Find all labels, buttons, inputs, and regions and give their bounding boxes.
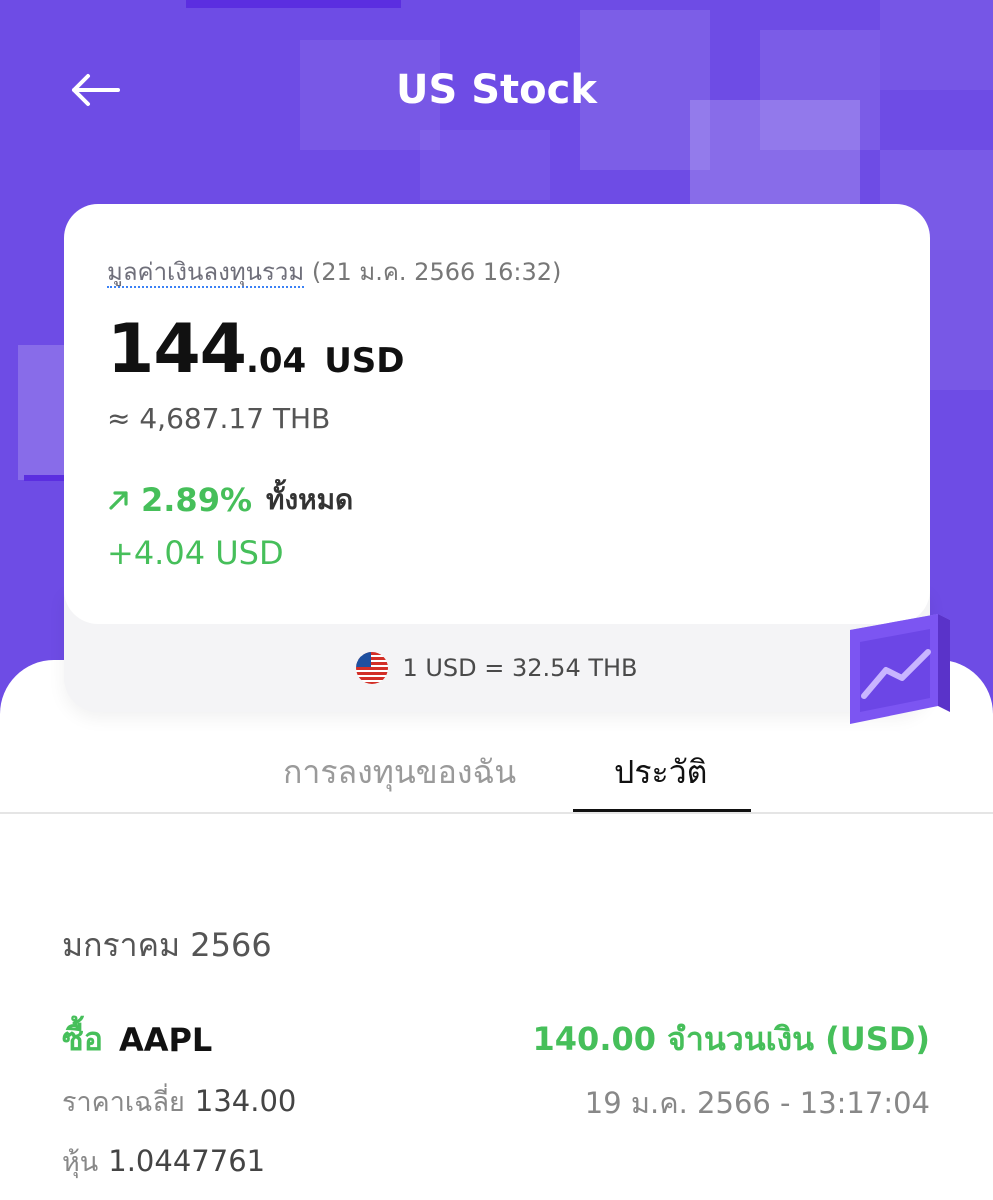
tab-my-investments[interactable]: การลงทุนของฉัน — [283, 742, 516, 802]
transaction-kind: ซื้อ — [62, 1020, 103, 1058]
exchange-rate-text: 1 USD = 32.54 THB — [402, 654, 638, 682]
exchange-rate: 1 USD = 32.54 THB — [64, 650, 930, 686]
tabs-divider — [0, 812, 993, 814]
chart-box-icon — [850, 614, 950, 724]
transaction-datetime: 19 ม.ค. 2566 - 13:17:04 — [584, 1086, 930, 1120]
change-percent-row: 2.89% ทั้งหมด — [107, 480, 353, 520]
total-value-label: มูลค่าเงินลงทุนรวม (21 ม.ค. 2566 16:32) — [107, 252, 561, 291]
total-value-int: 144 — [107, 310, 247, 389]
total-value-currency: USD — [324, 341, 405, 381]
trend-up-arrow-icon — [109, 491, 128, 510]
avg-price-value: 134.00 — [194, 1084, 297, 1118]
avg-price-label: ราคาเฉลี่ย — [62, 1087, 185, 1118]
us-flag-icon — [356, 652, 389, 684]
total-value-label-text[interactable]: มูลค่าเงินลงทุนรวม — [107, 258, 305, 288]
shares-label: หุ้น — [62, 1147, 99, 1178]
total-value-timestamp: (21 ม.ค. 2566 16:32) — [311, 258, 562, 286]
shares-value: 1.0447761 — [108, 1144, 266, 1178]
bg-square — [930, 250, 993, 390]
total-value: 144 .04 USD — [107, 310, 405, 390]
bg-square — [24, 475, 64, 481]
change-label: ทั้งหมด — [266, 483, 354, 516]
change-percent: 2.89% — [141, 481, 253, 519]
month-header: มกราคม 2566 — [62, 926, 272, 964]
change-usd: +4.04 USD — [107, 534, 284, 572]
bg-square — [186, 0, 401, 8]
page-title: US Stock — [396, 67, 597, 113]
transaction-amount: 140.00 จำนวนเงิน (USD) — [532, 1020, 930, 1058]
total-value-dec: .04 — [245, 341, 307, 381]
bg-square — [420, 130, 550, 200]
transaction-shares: หุ้น 1.0447761 — [62, 1140, 265, 1183]
transaction-symbol: AAPL — [118, 1020, 213, 1059]
portfolio-card: มูลค่าเงินลงทุนรวม (21 ม.ค. 2566 16:32) … — [64, 204, 930, 624]
transaction-avg-price: ราคาเฉลี่ย 134.00 — [62, 1080, 296, 1123]
tab-bar: การลงทุนของฉัน ประวัติ — [0, 730, 993, 816]
thb-value: ≈ 4,687.17 THB — [107, 402, 331, 435]
tab-history[interactable]: ประวัติ — [614, 742, 707, 802]
transaction-type[interactable]: ซื้อ AAPL — [62, 1014, 212, 1065]
